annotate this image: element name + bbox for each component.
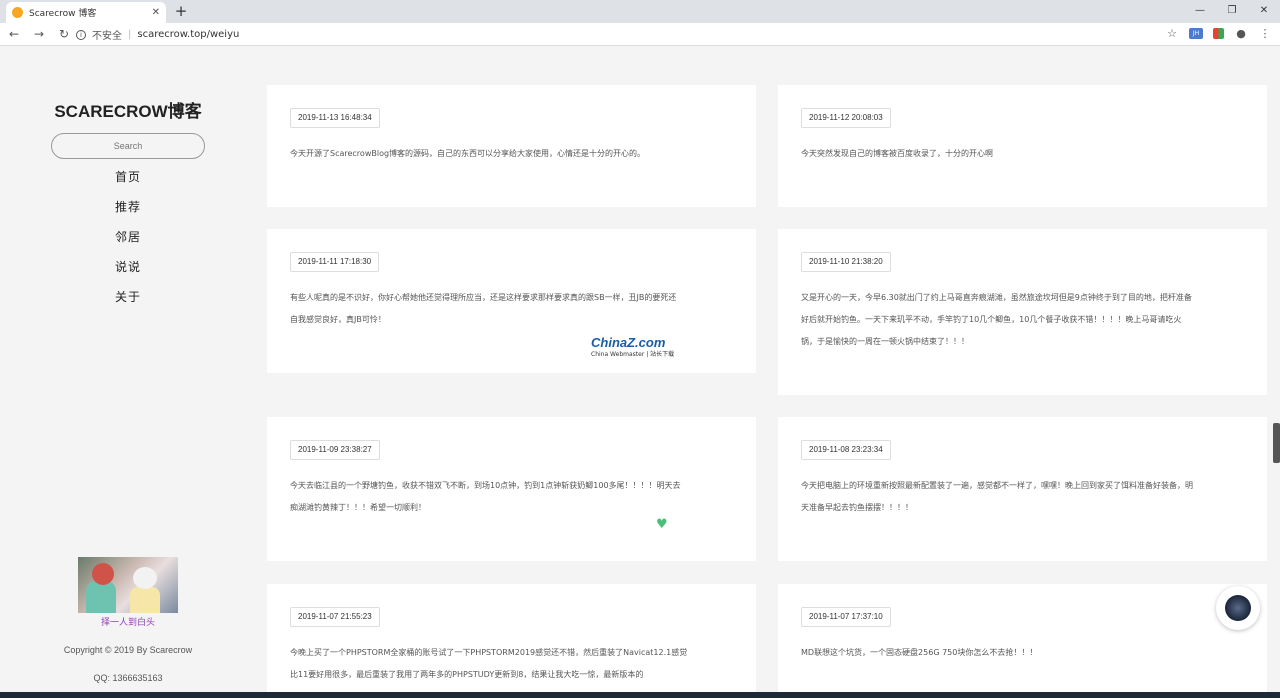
post-content: 今天去临江县的一个野塘钓鱼，收获不错双飞不断，到场10点钟，钓到1点钟斩获奶鲫1… [290, 475, 681, 519]
post-content: MD联想这个坑货，一个固态硬盘256G 750块你怎么不去抢！！！ [801, 642, 1037, 664]
reload-button[interactable]: ↻ [53, 27, 75, 41]
post-line: 今天把电脑上的环境重新按照最新配置装了一遍，感觉都不一样了，嘿嘿！晚上回到家买了… [801, 481, 1193, 490]
post-content: 又是开心的一天，今早6.30就出门了约上马哥直奔痕湖滩，虽然旅途坎坷但是9点钟终… [801, 287, 1192, 353]
qq-contact: QQ: 1366635163 [93, 673, 163, 683]
post-content: 有些人呢真的是不识好，你好心帮她他还觉得理所应当，还是这样要求那样要求真的跟SB… [290, 287, 676, 331]
back-button[interactable]: ← [3, 27, 25, 41]
post-line: 好后就开始钓鱼。一天下来玑平不动，手竿钓了10几个鲫鱼，10几个餐子收获不错！！… [801, 315, 1182, 324]
tab-close-icon[interactable]: ✕ [152, 7, 160, 18]
post-date: 2019-11-12 20:08:03 [801, 108, 891, 128]
profile-icon[interactable]: ● [1234, 27, 1248, 40]
post-date: 2019-11-10 21:38:20 [801, 252, 891, 272]
bookmark-star-icon[interactable]: ☆ [1165, 27, 1179, 40]
nav-item-recommend[interactable]: 推荐 [40, 198, 216, 228]
post-line: 天准备早起去钓鱼摆摆！！！！ [801, 503, 913, 512]
post-line: MD联想这个坑货，一个固态硬盘256G 750块你怎么不去抢！！！ [801, 648, 1038, 657]
post-card: 2019-11-10 21:38:20 又是开心的一天，今早6.30就出门了约上… [778, 229, 1267, 395]
sidebar: SCARECROW博客 首页 推荐 邻居 说说 关于 择一人到白头 Copyri… [40, 47, 216, 698]
sidebar-menu: 首页 推荐 邻居 说说 关于 [40, 168, 216, 318]
page-viewport: SCARECROW博客 首页 推荐 邻居 说说 关于 择一人到白头 Copyri… [0, 47, 1280, 698]
extension-jh-icon[interactable]: JH [1189, 28, 1203, 39]
post-date: 2019-11-13 16:48:34 [290, 108, 380, 128]
browser-menu-icon[interactable]: ⋮ [1258, 27, 1272, 40]
post-card: 2019-11-09 23:38:27 今天去临江县的一个野塘钓鱼，收获不错双飞… [267, 417, 756, 561]
post-card: 2019-11-08 23:23:34 今天把电脑上的环境重新按照最新配置装了一… [778, 417, 1267, 561]
post-date: 2019-11-11 17:18:30 [290, 252, 380, 272]
post-card: 2019-11-11 17:18:30 有些人呢真的是不识好，你好心帮她他还觉得… [267, 229, 756, 373]
post-card: 2019-11-12 20:08:03 今天突然发现自己的博客被百度收录了，十分… [778, 85, 1267, 207]
music-player-icon [1225, 595, 1251, 621]
side-panel-handle[interactable] [1273, 423, 1280, 463]
address-separator: | [128, 29, 132, 40]
post-date: 2019-11-09 23:38:27 [290, 440, 380, 460]
insecure-label: 不安全 [92, 31, 122, 42]
nav-item-home[interactable]: 首页 [40, 168, 216, 198]
nav-item-neighbors[interactable]: 邻居 [40, 228, 216, 258]
post-content: 今天把电脑上的环境重新按照最新配置装了一遍，感觉都不一样了，嘿嘿！晚上回到家买了… [801, 475, 1193, 519]
toolbar-actions: ☆ JH ● ⋮ [1165, 27, 1272, 40]
taskbar-edge [0, 692, 1280, 698]
close-window-button[interactable]: ✕ [1248, 0, 1280, 23]
browser-toolbar: ← → ↻ i 不安全 | scarecrow.top/weiyu ☆ JH ●… [0, 23, 1280, 46]
post-line: 痴湖滩钓黄辣丁！！！希望一切顺利！ [290, 503, 426, 512]
post-line: 今晚上买了一个PHPSTORM全家桶的账号试了一下PHPSTORM2019感觉还… [290, 648, 688, 657]
watermark-brand: ChinaZ.com [591, 335, 666, 350]
watermark-tagline: China Webmaster | 站长下载 [591, 351, 675, 358]
new-tab-button[interactable]: + [172, 2, 190, 20]
maximize-button[interactable]: ❐ [1216, 0, 1248, 23]
minimize-button[interactable]: — [1184, 0, 1216, 23]
nav-item-about[interactable]: 关于 [40, 288, 216, 318]
info-icon[interactable]: i [76, 29, 86, 40]
chinaz-watermark: ChinaZ.com China Webmaster | 站长下载 [591, 335, 691, 363]
avatar-caption: 择一人到白头 [100, 618, 155, 628]
heart-icon: ♥ [656, 517, 668, 532]
post-card: 2019-11-07 21:55:23 今晚上买了一个PHPSTORM全家桶的账… [267, 584, 756, 698]
post-card: 2019-11-07 17:37:10 MD联想这个坑货，一个固态硬盘256G … [778, 584, 1267, 698]
address-bar[interactable]: i 不安全 | scarecrow.top/weiyu [76, 26, 239, 43]
post-line: 今天去临江县的一个野塘钓鱼，收获不错双飞不断，到场10点钟，钓到1点钟斩获奶鲫1… [290, 481, 681, 490]
site-brand[interactable]: SCARECROW博客 [40, 97, 216, 122]
music-player-button[interactable] [1216, 586, 1260, 630]
post-line: 自我感觉良好，真JB可怜！ [290, 315, 386, 324]
window-controls: — ❐ ✕ [1184, 0, 1280, 23]
avatar-image [78, 557, 178, 613]
search-input[interactable] [51, 133, 205, 159]
post-line: 比11要好用很多，最后重装了我用了两年多的PHPSTUDY更新到8，结果让我大吃… [290, 670, 644, 679]
site-favicon-icon [12, 7, 23, 18]
post-content: 今天开源了ScarecrowBlog博客的源码，自己的东西可以分享给大家使用，心… [290, 143, 645, 165]
post-date: 2019-11-07 21:55:23 [290, 607, 380, 627]
post-content: 今天突然发现自己的博客被百度收录了，十分的开心啊 [801, 143, 993, 165]
forward-button[interactable]: → [28, 27, 50, 41]
post-content: 今晚上买了一个PHPSTORM全家桶的账号试了一下PHPSTORM2019感觉还… [290, 642, 687, 686]
browser-tabbar: Scarecrow 博客 ✕ + — ❐ ✕ [0, 0, 1280, 23]
post-date: 2019-11-07 17:37:10 [801, 607, 891, 627]
post-line: 有些人呢真的是不识好，你好心帮她他还觉得理所应当，还是这样要求那样要求真的跟SB… [290, 293, 677, 302]
browser-tab[interactable]: Scarecrow 博客 ✕ [6, 2, 166, 23]
post-card: 2019-11-13 16:48:34 今天开源了ScarecrowBlog博客… [267, 85, 756, 207]
post-line: 又是开心的一天，今早6.30就出门了约上马哥直奔痕湖滩，虽然旅途坎坷但是9点钟终… [801, 293, 1192, 302]
copyright-text: Copyright © 2019 By Scarecrow [63, 645, 193, 655]
url-text[interactable]: scarecrow.top/weiyu [137, 29, 239, 40]
post-line: 锅，于是愉快的一周在一顿火锅中结束了！！！ [801, 337, 969, 346]
extension-color-icon[interactable] [1213, 28, 1224, 39]
post-line: 今天开源了ScarecrowBlog博客的源码，自己的东西可以分享给大家使用，心… [290, 149, 646, 158]
post-date: 2019-11-08 23:23:34 [801, 440, 891, 460]
nav-item-weiyu[interactable]: 说说 [40, 258, 216, 288]
post-line: 今天突然发现自己的博客被百度收录了，十分的开心啊 [801, 149, 993, 158]
tab-title: Scarecrow 博客 [29, 9, 97, 19]
